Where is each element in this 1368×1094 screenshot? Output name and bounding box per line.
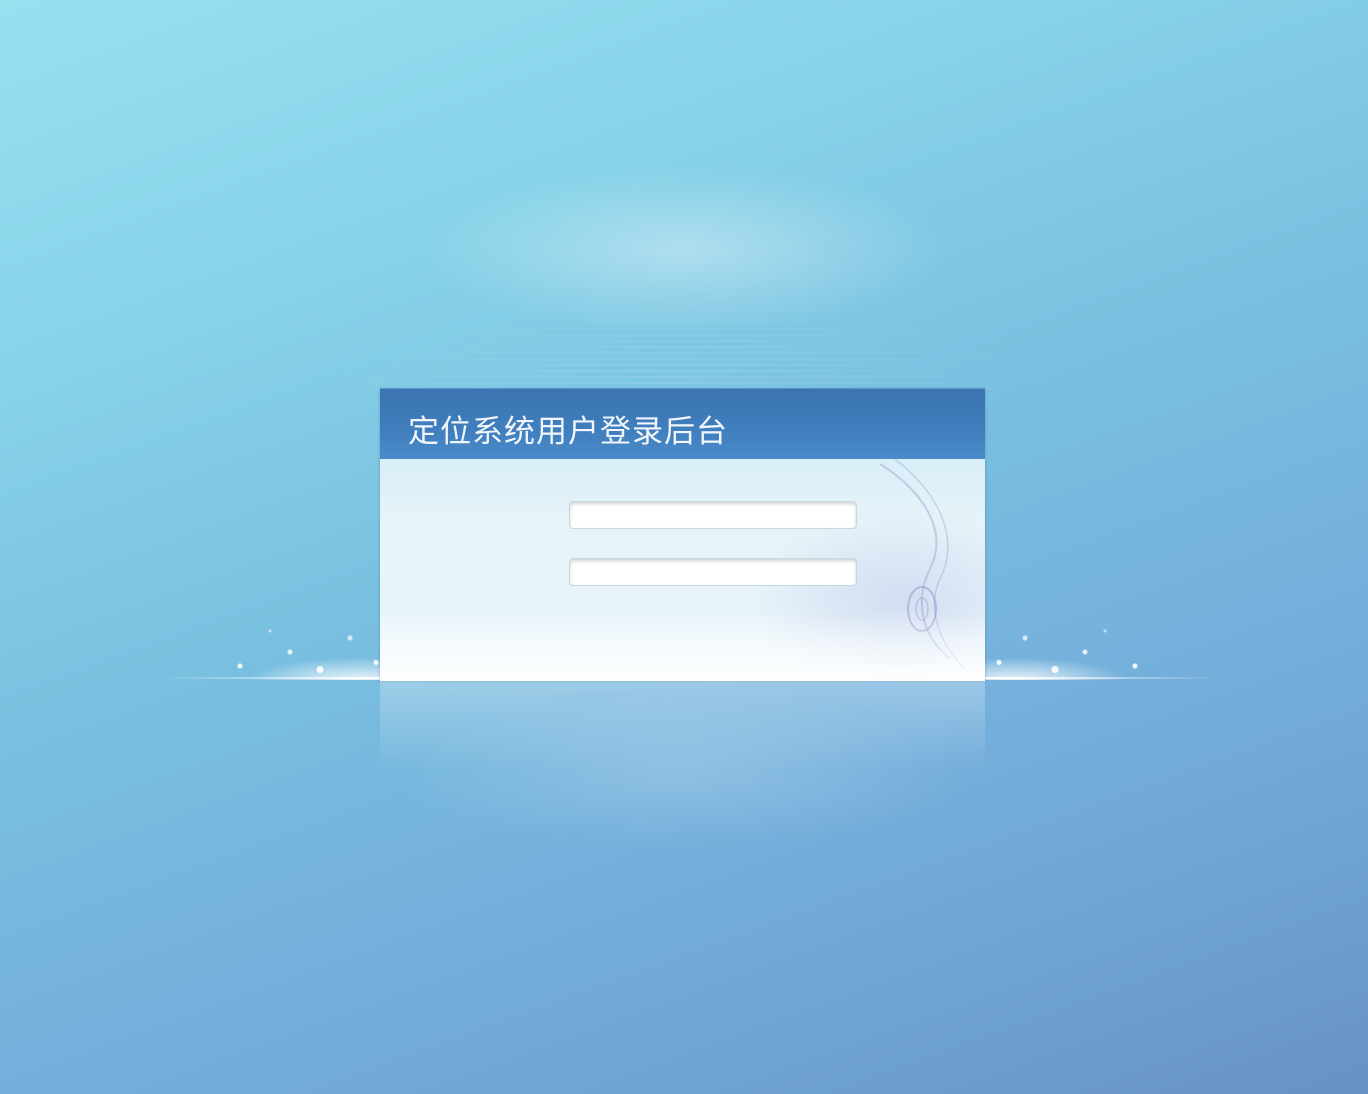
swirl-decoration xyxy=(879,459,966,670)
background-glow xyxy=(300,200,1068,390)
password-input[interactable] xyxy=(569,558,857,586)
login-panel-header: 定位系统用户登录后台 xyxy=(380,388,985,459)
login-panel: 定位系统用户登录后台 xyxy=(380,388,985,681)
panel-reflection xyxy=(380,680,985,770)
login-form xyxy=(380,459,985,681)
sparkle-decoration-right xyxy=(975,610,1175,680)
username-input[interactable] xyxy=(569,501,857,529)
sparkle-decoration-left xyxy=(200,610,400,680)
login-title: 定位系统用户登录后台 xyxy=(408,414,728,450)
